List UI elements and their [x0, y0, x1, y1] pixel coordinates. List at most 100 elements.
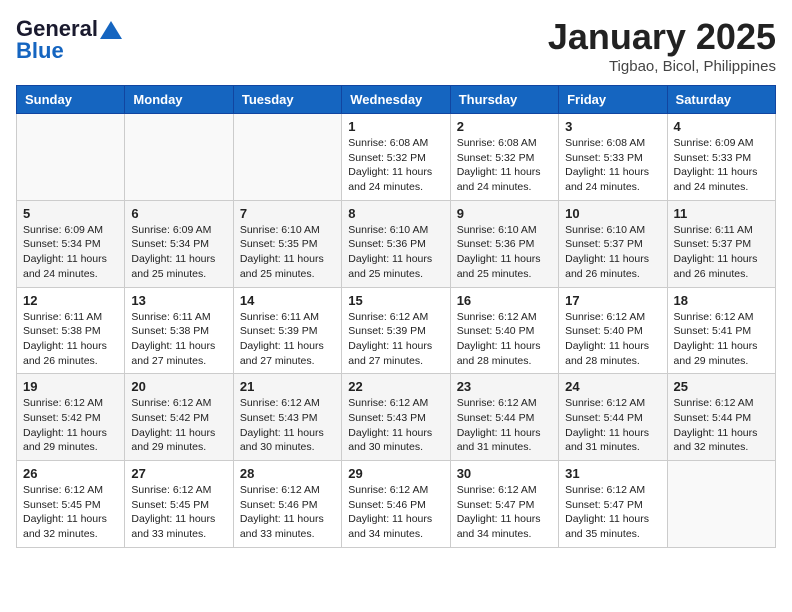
calendar-cell: 4Sunrise: 6:09 AMSunset: 5:33 PMDaylight… — [667, 114, 775, 201]
day-content: Sunrise: 6:12 AM Sunset: 5:44 PM Daylight:… — [565, 396, 660, 455]
day-info-line: Daylight: 11 hours and 30 minutes. — [348, 427, 432, 454]
day-number: 27 — [131, 466, 226, 481]
day-info-line: Sunset: 5:36 PM — [348, 238, 426, 250]
day-content: Sunrise: 6:11 AM Sunset: 5:37 PM Daylight:… — [674, 223, 769, 282]
day-info-line: Daylight: 11 hours and 27 minutes. — [131, 340, 215, 367]
day-number: 7 — [240, 206, 335, 221]
day-content: Sunrise: 6:10 AMSunset: 5:36 PMDaylight:… — [457, 223, 552, 282]
calendar-day-header: Thursday — [450, 86, 558, 114]
day-info-line: Sunset: 5:43 PM — [240, 412, 318, 424]
day-info-line: Sunset: 5:43 PM — [348, 412, 426, 424]
day-number: 31 — [565, 466, 660, 481]
calendar-cell: 20Sunrise: 6:12 AMSunset: 5:42 PMDayligh… — [125, 374, 233, 461]
day-info-line: Sunrise: 6:11 AM — [23, 311, 102, 323]
calendar-day-header: Monday — [125, 86, 233, 114]
day-info-line: Sunset: 5:37 PM — [565, 238, 643, 250]
calendar-cell: 25Sunrise: 6:12 AMSunset: 5:44 PMDayligh… — [667, 374, 775, 461]
day-number: 21 — [240, 379, 335, 394]
day-content: Sunrise: 6:11 AMSunset: 5:38 PMDaylight:… — [23, 310, 118, 369]
day-info-line: Sunset: 5:33 PM — [565, 152, 643, 164]
day-info-line: Daylight: 11 hours and 29 minutes. — [131, 427, 215, 454]
calendar-cell: 29Sunrise: 6:12 AMSunset: 5:46 PMDayligh… — [342, 461, 450, 548]
day-info-line: Daylight: 11 hours and 24 minutes. — [565, 166, 649, 193]
calendar-cell: 15Sunrise: 6:12 AMSunset: 5:39 PMDayligh… — [342, 287, 450, 374]
day-number: 10 — [565, 206, 660, 221]
logo-triangle-icon — [100, 19, 122, 41]
day-info-line: Sunrise: 6:12 AM — [240, 484, 320, 496]
day-info-line: Daylight: 11 hours and 26 minutes. — [565, 253, 649, 280]
calendar-week-row: 5 Sunrise: 6:09 AMSunset: 5:34 PMDaylight… — [17, 200, 776, 287]
day-info-line: Daylight: 11 hours and 35 minutes. — [565, 513, 649, 540]
day-info-line: Sunset: 5:37 PM — [674, 238, 752, 250]
day-info-line: Sunset: 5:44 PM — [457, 412, 535, 424]
day-info-line: Daylight: 11 hours and 27 minutes. — [240, 340, 324, 367]
day-content: Sunrise: 6:10 AM Sunset: 5:37 PM Daylight:… — [565, 223, 660, 282]
day-info-line: Sunset: 5:46 PM — [348, 499, 426, 511]
day-info-line: Sunrise: 6:10 AM — [565, 224, 645, 236]
calendar-cell: 16Sunrise: 6:12 AMSunset: 5:40 PMDayligh… — [450, 287, 558, 374]
day-info-line: Sunrise: 6:12 AM — [348, 397, 428, 409]
day-info-line: Sunrise: 6:12 AM — [565, 484, 645, 496]
day-content: Sunrise: 6:08 AMSunset: 5:33 PMDaylight:… — [565, 136, 660, 195]
day-number: 11 — [674, 206, 769, 221]
calendar-day-header: Saturday — [667, 86, 775, 114]
day-info-line: Sunrise: 6:12 AM — [565, 397, 645, 409]
calendar-cell: 10 Sunrise: 6:10 AM Sunset: 5:37 PM Dayligh… — [559, 200, 667, 287]
day-info-line: Daylight: 11 hours and 25 minutes. — [131, 253, 215, 280]
day-info-line: Sunset: 5:39 PM — [348, 325, 426, 337]
day-number: 5 — [23, 206, 118, 221]
day-info-line: Sunrise: 6:11 AM — [674, 224, 753, 236]
calendar-day-header: Friday — [559, 86, 667, 114]
day-content: Sunrise: 6:12 AMSunset: 5:42 PMDaylight:… — [131, 396, 226, 455]
day-info-line: Sunrise: 6:12 AM — [348, 484, 428, 496]
calendar-day-header: Wednesday — [342, 86, 450, 114]
day-number: 24 — [565, 379, 660, 394]
day-info-line: Sunrise: 6:12 AM — [457, 397, 537, 409]
day-info-line: Daylight: 11 hours and 29 minutes. — [23, 427, 107, 454]
calendar-cell: 31 Sunrise: 6:12 AMSunset: 5:47 PMDayligh… — [559, 461, 667, 548]
day-info-line: Daylight: 11 hours and 26 minutes. — [674, 253, 758, 280]
day-info-line: Daylight: 11 hours and 30 minutes. — [240, 427, 324, 454]
calendar-week-row: 26 Sunrise: 6:12 AM Sunset: 5:45 PM Dayligh… — [17, 461, 776, 548]
calendar-cell: 3Sunrise: 6:08 AMSunset: 5:33 PMDaylight… — [559, 114, 667, 201]
calendar-table: SundayMondayTuesdayWednesdayThursdayFrid… — [16, 85, 776, 548]
day-info-line: Daylight: 11 hours and 28 minutes. — [457, 340, 541, 367]
day-info-line: Sunrise: 6:10 AM — [348, 224, 428, 236]
day-info-line: Sunset: 5:47 PM — [457, 499, 535, 511]
day-info-line: Daylight: 11 hours and 29 minutes. — [674, 340, 758, 367]
day-info-line: Sunset: 5:39 PM — [240, 325, 318, 337]
day-info-line: Sunrise: 6:12 AM — [348, 311, 428, 323]
location-title: Tigbao, Bicol, Philippines — [548, 58, 776, 75]
calendar-cell: 11 Sunrise: 6:11 AM Sunset: 5:37 PM Dayligh… — [667, 200, 775, 287]
day-info-line: Daylight: 11 hours and 31 minutes. — [457, 427, 541, 454]
day-content: Sunrise: 6:12 AMSunset: 5:47 PMDaylight:… — [565, 483, 660, 542]
day-info-line: Sunrise: 6:10 AM — [457, 224, 537, 236]
day-number: 26 — [23, 466, 118, 481]
day-info-line: Sunset: 5:38 PM — [131, 325, 209, 337]
day-content: Sunrise: 6:12 AMSunset: 5:40 PMDaylight:… — [565, 310, 660, 369]
day-number: 15 — [348, 293, 443, 308]
day-info-line: Sunset: 5:45 PM — [131, 499, 209, 511]
calendar-day-header: Tuesday — [233, 86, 341, 114]
day-content: Sunrise: 6:12 AMSunset: 5:47 PMDaylight:… — [457, 483, 552, 542]
day-info-line: Daylight: 11 hours and 33 minutes. — [240, 513, 324, 540]
day-info-line: Daylight: 11 hours and 26 minutes. — [23, 340, 107, 367]
day-info-line: Sunrise: 6:12 AM — [457, 484, 537, 496]
day-number: 28 — [240, 466, 335, 481]
day-content: Sunrise: 6:08 AMSunset: 5:32 PMDaylight:… — [457, 136, 552, 195]
day-info-line: Sunrise: 6:12 AM — [23, 484, 103, 496]
day-content: Sunrise: 6:09 AMSunset: 5:33 PMDaylight:… — [674, 136, 769, 195]
day-content: Sunrise: 6:10 AMSunset: 5:36 PMDaylight:… — [348, 223, 443, 282]
day-info-line: Sunset: 5:44 PM — [565, 412, 643, 424]
day-content: Sunrise: 6:12 AMSunset: 5:46 PMDaylight:… — [240, 483, 335, 542]
calendar-cell: 23Sunrise: 6:12 AMSunset: 5:44 PMDayligh… — [450, 374, 558, 461]
day-number: 30 — [457, 466, 552, 481]
day-number: 8 — [348, 206, 443, 221]
day-content: Sunrise: 6:09 AMSunset: 5:34 PMDaylight:… — [131, 223, 226, 282]
day-info-line: Sunset: 5:32 PM — [457, 152, 535, 164]
day-number: 29 — [348, 466, 443, 481]
day-info-line: Sunrise: 6:10 AM — [240, 224, 320, 236]
title-block: January 2025 Tigbao, Bicol, Philippines — [548, 16, 776, 75]
calendar-week-row: 12Sunrise: 6:11 AMSunset: 5:38 PMDayligh… — [17, 287, 776, 374]
day-info-line: Daylight: 11 hours and 31 minutes. — [565, 427, 649, 454]
